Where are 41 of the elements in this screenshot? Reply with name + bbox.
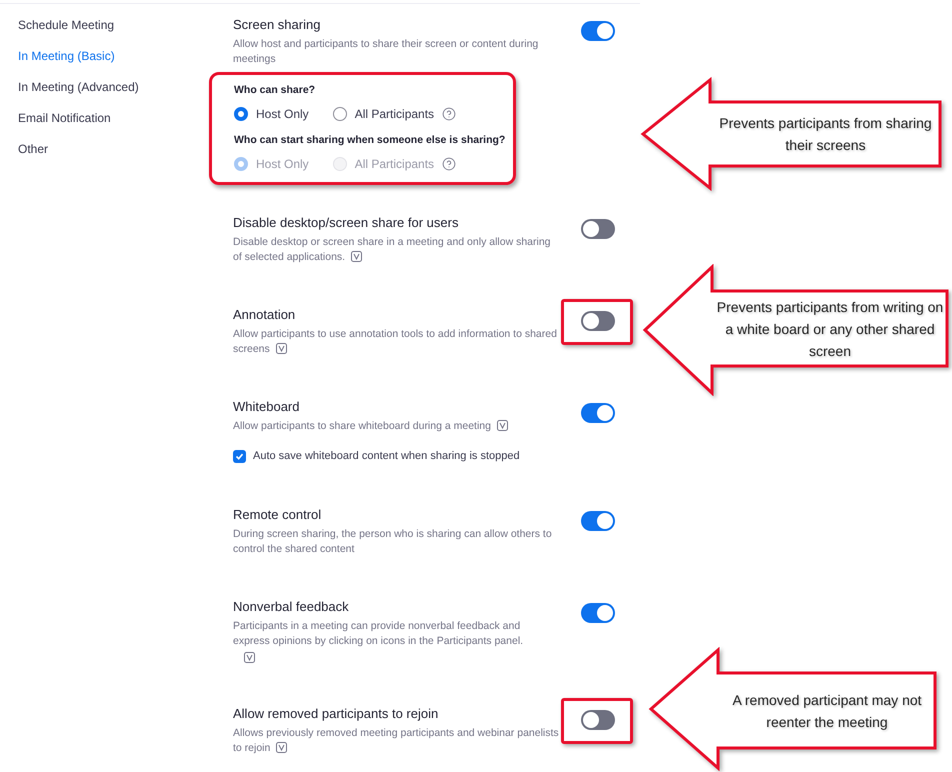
callout-text: Prevents participants from sharing their screens: [718, 114, 933, 155]
checkbox[interactable]: [233, 450, 246, 463]
toggle-switch[interactable]: [581, 403, 615, 423]
toggle-switch[interactable]: [581, 510, 615, 530]
setting-description: Allow participants to use annotation tools to add information to shared screens: [233, 327, 558, 357]
setting-description: Allows previously removed meeting participants and webinar panelists to rejoin: [233, 726, 559, 756]
setting-title: Annotation: [233, 306, 296, 324]
sidebar-item[interactable]: Other: [18, 140, 233, 158]
setting-description: Allow participants to share whiteboard during a meeting: [233, 419, 559, 434]
setting-title: Disable desktop/screen share for users: [233, 214, 460, 232]
setting-title: Nonverbal feedback: [233, 598, 350, 616]
radio-button[interactable]: [234, 107, 248, 121]
callout-text: A removed participant may not reenter the meeting: [731, 690, 923, 732]
setting-title: Screen sharing: [233, 16, 322, 34]
toggle-switch[interactable]: [581, 311, 615, 331]
toggle-switch[interactable]: [581, 219, 615, 239]
radio-button[interactable]: [332, 107, 347, 121]
check-icon: [235, 452, 244, 461]
help-icon[interactable]: [442, 107, 456, 121]
radio-label: Host Only: [256, 156, 309, 173]
toggle-switch[interactable]: [581, 21, 615, 41]
callout-text: Prevents participants from writing on a white board or any other shared screen: [716, 298, 944, 360]
checkbox-label: Auto save whiteboard content when sharing is stopped: [253, 449, 520, 464]
toggle-switch[interactable]: [581, 710, 615, 730]
sidebar-item[interactable]: In Meeting (Basic): [18, 47, 233, 65]
question-label: Who can start sharing when someone else is sharing?: [234, 133, 506, 148]
radio-label: All Participants: [354, 156, 434, 173]
question-label: Who can share?: [234, 83, 316, 98]
setting-description: Allow host and participants to share their screen or content during meetings: [233, 37, 540, 67]
sidebar-item[interactable]: In Meeting (Advanced): [18, 78, 233, 96]
setting-title: Allow removed participants to rejoin: [233, 704, 440, 723]
sidebar-item[interactable]: Email Notification: [18, 109, 233, 127]
radio-label: Host Only: [256, 106, 309, 123]
setting-description: During screen sharing, the person who is sharing can allow others to control the shared content: [233, 526, 553, 556]
setting-description: Disable desktop or screen share in a meeting and only allow sharing of selected applications.: [233, 235, 552, 265]
setting-title: Whiteboard: [233, 398, 300, 416]
radio-label: All Participants: [354, 106, 434, 123]
setting-title: Remote control: [233, 506, 322, 524]
toggle-switch[interactable]: [581, 602, 615, 622]
sidebar-item[interactable]: Schedule Meeting: [18, 16, 233, 34]
setting-description: Participants in a meeting can provide nonverbal feedback and express opinions by clicking on icons in the Participants panel.: [233, 618, 524, 648]
